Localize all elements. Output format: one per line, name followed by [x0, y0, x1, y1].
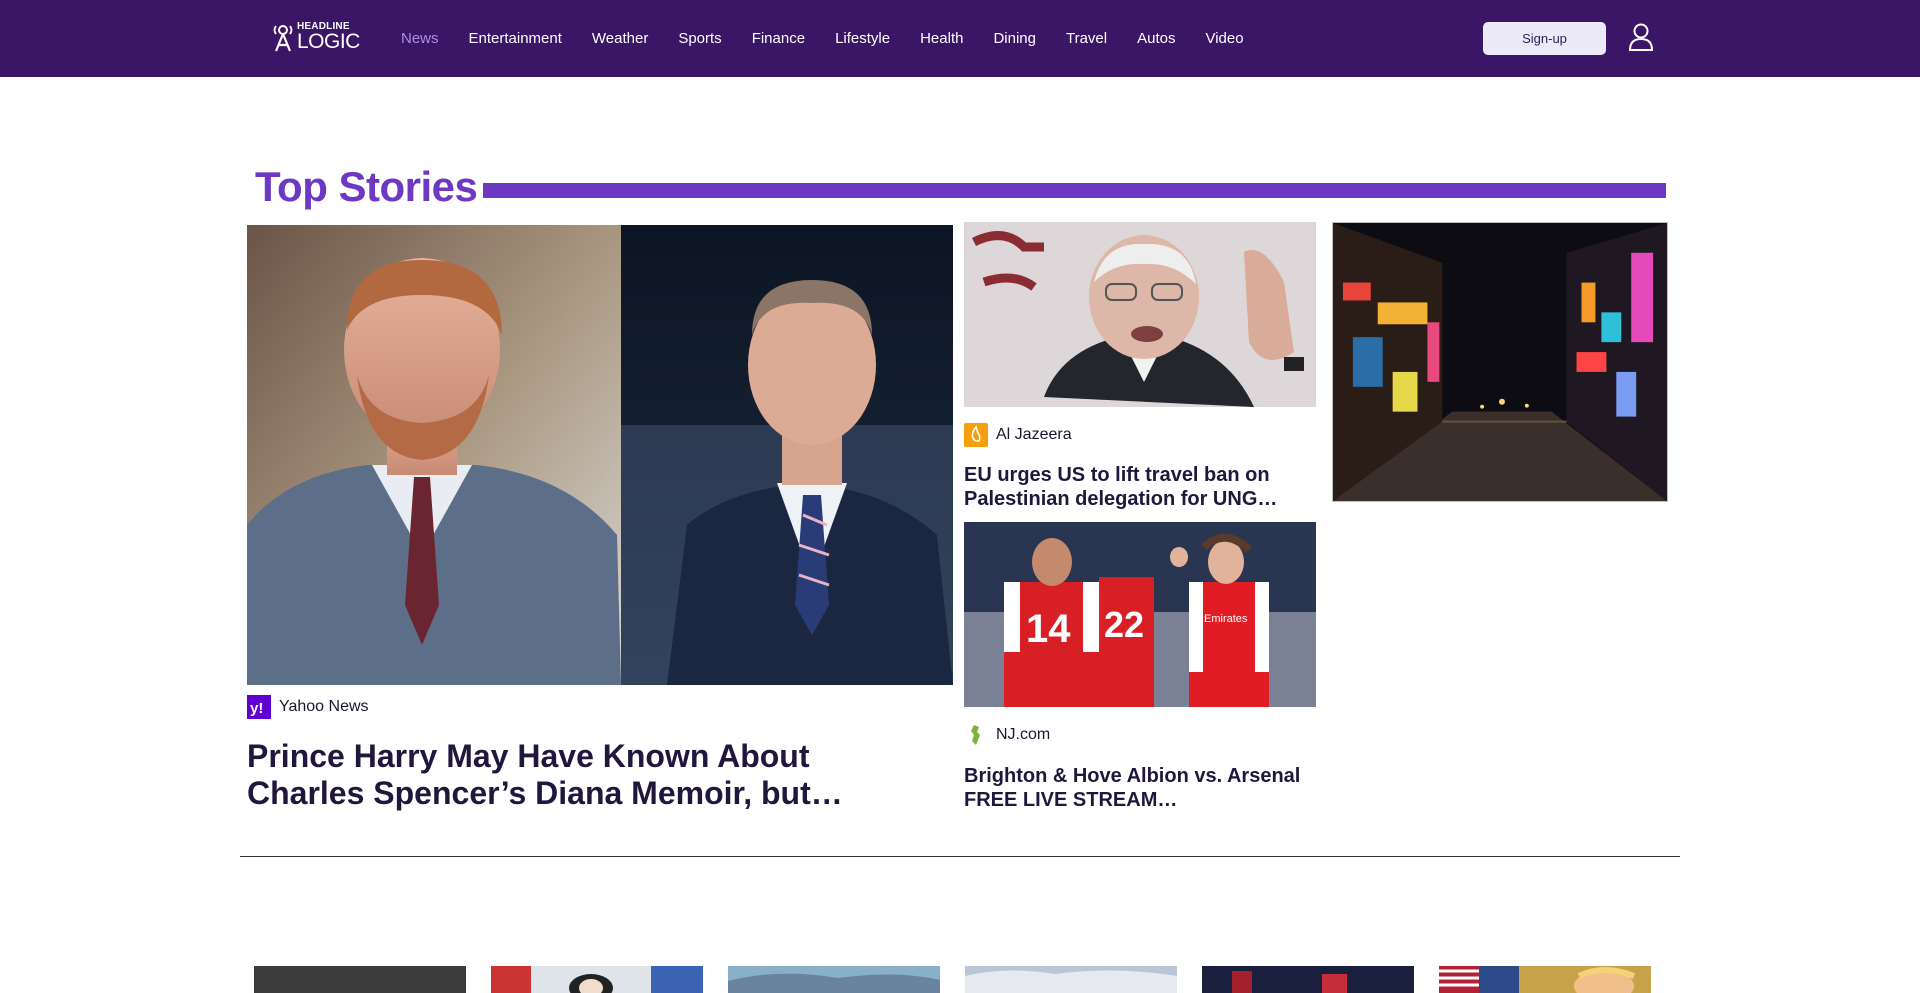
user-account-icon[interactable]: [1628, 23, 1654, 51]
main-story-image[interactable]: [247, 225, 953, 685]
story-thumbnail-6[interactable]: [1439, 966, 1651, 993]
nav-item-entertainment[interactable]: Entertainment: [469, 30, 562, 47]
section-title-rule: [483, 183, 1666, 198]
nav-item-finance[interactable]: Finance: [752, 30, 805, 47]
story-thumbnail-6-photo: [1439, 966, 1651, 993]
right-story-image[interactable]: [1332, 222, 1668, 502]
side-story-1-headline[interactable]: EU urges US to lift travel ban on Palest…: [964, 463, 1304, 511]
nav-item-health[interactable]: Health: [920, 30, 963, 47]
side-story-1-source[interactable]: Al Jazeera: [964, 423, 1072, 447]
main-nav: News Entertainment Weather Sports Financ…: [401, 0, 1274, 77]
main-story-source-name: Yahoo News: [279, 698, 369, 715]
story-thumbnail-2[interactable]: [491, 966, 703, 993]
story-thumbnail-5[interactable]: [1202, 966, 1414, 993]
arsenal-jersey-number-2: 22: [1104, 604, 1144, 645]
main-story-photo: [247, 225, 953, 685]
side-story-1-image[interactable]: [964, 222, 1316, 407]
nav-item-weather[interactable]: Weather: [592, 30, 648, 47]
story-thumbnail-5-photo: [1202, 966, 1414, 993]
side-story-2-headline[interactable]: Brighton & Hove Albion vs. Arsenal FREE …: [964, 764, 1304, 812]
top-navigation-bar: HEADLINE LOGIC News Entertainment Weathe…: [0, 0, 1920, 77]
story-thumbnail-4[interactable]: [965, 966, 1177, 993]
svg-text:y!: y!: [250, 700, 263, 717]
headline-logic-logo-icon: [273, 25, 293, 52]
story-thumbnail-3-photo: [728, 966, 940, 993]
main-story-headline[interactable]: Prince Harry May Have Known About Charle…: [247, 738, 927, 814]
side-story-2-image[interactable]: 14 22 Emirates: [964, 522, 1316, 707]
story-thumbnail-2-photo: [491, 966, 703, 993]
section-title-top-stories: Top Stories: [255, 163, 478, 210]
main-story-source[interactable]: y! Yahoo News: [247, 695, 369, 719]
section-divider: [240, 856, 1680, 857]
arsenal-sponsor-text: Emirates: [1204, 613, 1248, 625]
yahoo-logo-icon: y!: [247, 695, 271, 719]
story-thumbnail-4-photo: [965, 966, 1177, 993]
nav-item-video[interactable]: Video: [1205, 30, 1243, 47]
nj-com-logo-icon: [964, 723, 988, 747]
side-story-2-photo: 14 22 Emirates: [964, 522, 1316, 707]
nav-item-sports[interactable]: Sports: [678, 30, 721, 47]
side-story-1-source-name: Al Jazeera: [996, 426, 1072, 443]
side-story-1-photo: [964, 222, 1316, 407]
nav-item-dining[interactable]: Dining: [993, 30, 1036, 47]
nav-item-lifestyle[interactable]: Lifestyle: [835, 30, 890, 47]
logo-wordmark-bottom: LOGIC: [297, 30, 360, 53]
nav-item-news[interactable]: News: [401, 30, 439, 47]
nav-item-autos[interactable]: Autos: [1137, 30, 1175, 47]
story-thumbnail-1[interactable]: [254, 966, 466, 993]
nav-item-travel[interactable]: Travel: [1066, 30, 1107, 47]
night-street-photo: [1333, 223, 1667, 501]
side-story-2-source-name: NJ.com: [996, 726, 1051, 743]
signup-button[interactable]: Sign-up: [1483, 22, 1606, 55]
site-logo[interactable]: HEADLINE LOGIC: [272, 20, 362, 54]
al-jazeera-logo-icon: [964, 423, 988, 447]
side-story-2-source[interactable]: NJ.com: [964, 723, 1050, 747]
arsenal-jersey-number-1: 14: [1026, 607, 1071, 651]
story-thumbnail-3[interactable]: [728, 966, 940, 993]
